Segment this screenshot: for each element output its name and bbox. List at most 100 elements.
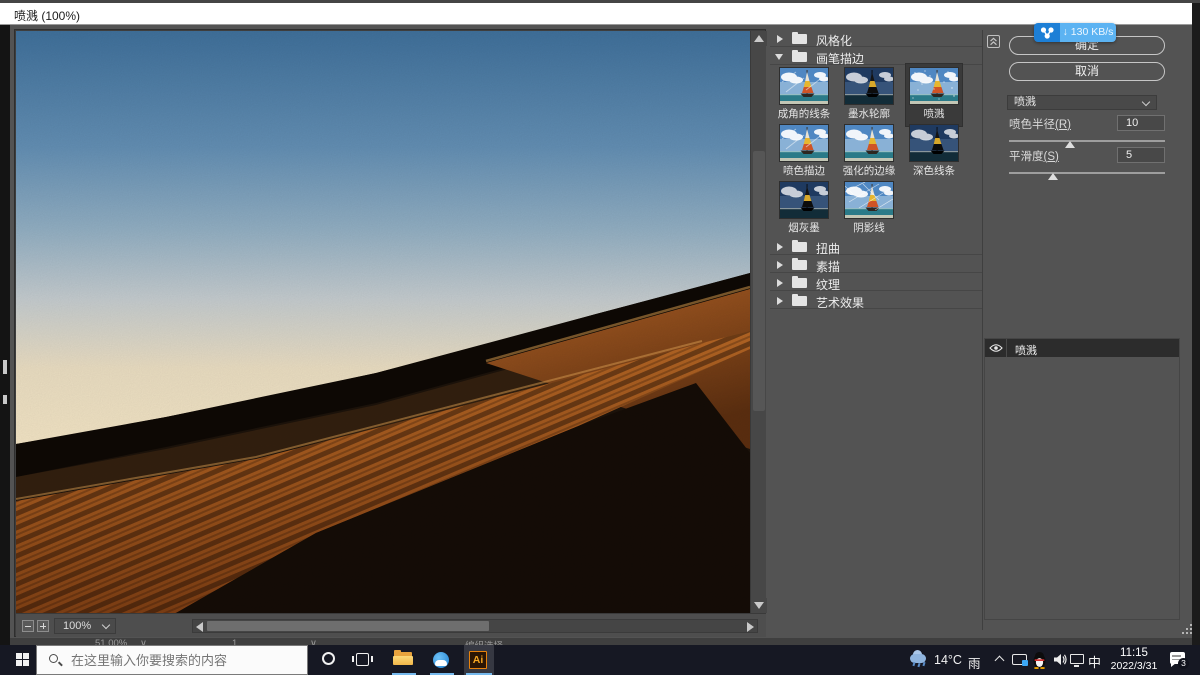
windows-logo-icon bbox=[23, 653, 29, 659]
filter-thumb-crosshatch[interactable]: 阴影线 bbox=[841, 182, 897, 235]
qq-penguin-icon bbox=[1032, 651, 1047, 669]
notification-center-button[interactable]: 3 bbox=[1164, 645, 1196, 675]
panel-divider[interactable] bbox=[982, 30, 983, 630]
ethernet-icon bbox=[1070, 654, 1084, 664]
filter-thumb-sumi-e[interactable]: 烟灰墨 bbox=[776, 182, 832, 235]
collapse-panel-button[interactable] bbox=[987, 35, 1000, 48]
windows-logo-icon bbox=[16, 653, 22, 659]
background-left-strip bbox=[0, 25, 10, 645]
resize-grip[interactable] bbox=[1182, 624, 1192, 634]
folder-icon bbox=[792, 296, 807, 306]
taskbar-search[interactable] bbox=[36, 645, 308, 675]
filter-thumbnail-image bbox=[910, 125, 958, 161]
filter-thumb-spatter-selected[interactable]: 喷溅 bbox=[906, 64, 962, 126]
tray-expand-button[interactable] bbox=[992, 645, 1010, 675]
dialog-titlebar[interactable]: 喷溅 (100%) bbox=[0, 3, 1192, 25]
cortana-button[interactable] bbox=[316, 645, 342, 675]
slider-thumb[interactable] bbox=[1065, 141, 1075, 148]
effect-layer-row-spatter[interactable]: 喷溅 bbox=[985, 339, 1179, 357]
download-arrow-icon: ↓ bbox=[1063, 26, 1068, 38]
network-tray-button[interactable] bbox=[1068, 645, 1088, 675]
zoom-out-button[interactable] bbox=[22, 620, 34, 632]
filter-dropdown-value: 喷溅 bbox=[1014, 96, 1036, 108]
smoothness-label: 平滑度S bbox=[1009, 148, 1059, 164]
collapsed-arrow-icon bbox=[777, 279, 783, 287]
category-texture[interactable]: 纹理 bbox=[770, 274, 982, 291]
clock-widget[interactable]: 11:15 2022/3/31 bbox=[1104, 645, 1164, 675]
filter-thumbnail-image bbox=[910, 68, 958, 104]
cortana-icon bbox=[322, 652, 335, 665]
cancel-button[interactable]: 取消 bbox=[1009, 62, 1165, 81]
preview-vertical-scrollbar[interactable] bbox=[750, 31, 766, 613]
open-folder-icon bbox=[792, 52, 807, 62]
weather-temp: 14°C bbox=[934, 653, 962, 667]
category-label: 扭曲 bbox=[816, 240, 840, 257]
category-brush-strokes[interactable]: 画笔描边 bbox=[770, 48, 982, 65]
current-tool-name: 编组选择 bbox=[465, 638, 503, 645]
preview-image-dune[interactable] bbox=[16, 31, 750, 613]
illustrator-button-active[interactable]: Ai bbox=[464, 645, 494, 675]
zoom-level-select[interactable]: 100% bbox=[54, 618, 116, 634]
filter-thumb-label: 深色线条 bbox=[906, 163, 962, 178]
category-stylize[interactable]: 风格化 bbox=[770, 30, 982, 47]
chevron-down-icon bbox=[102, 621, 110, 629]
scroll-down-button[interactable] bbox=[751, 598, 767, 613]
smoothness-slider[interactable] bbox=[1009, 172, 1165, 174]
filter-thumb-ink-outlines[interactable]: 墨水轮廓 bbox=[841, 68, 897, 121]
collapsed-arrow-icon bbox=[777, 243, 783, 251]
collapsed-arrow-icon bbox=[777, 261, 783, 269]
filter-thumbnail-image bbox=[845, 68, 893, 104]
spray-radius-label: 喷色半径R bbox=[1009, 116, 1071, 132]
filter-thumbnail-image bbox=[780, 125, 828, 161]
filter-thumb-angled-strokes[interactable]: 成角的线条 bbox=[776, 68, 832, 121]
netdisk-speed-overlay[interactable]: ↓ 130 KB/s bbox=[1034, 23, 1116, 42]
filter-thumb-label: 喷溅 bbox=[906, 106, 962, 121]
filter-thumb-dark-strokes[interactable]: 深色线条 bbox=[906, 125, 962, 178]
horizontal-scroll-thumb[interactable] bbox=[207, 621, 489, 631]
filter-thumb-sprayed-strokes[interactable]: 喷色描边 bbox=[776, 125, 832, 178]
preview-horizontal-scrollbar[interactable] bbox=[192, 619, 758, 633]
category-sketch[interactable]: 素描 bbox=[770, 256, 982, 273]
weather-widget[interactable]: 14°C 雨 bbox=[908, 645, 988, 675]
screen: 喷溅 (100%) bbox=[0, 0, 1200, 675]
category-artistic[interactable]: 艺术效果 bbox=[770, 292, 982, 309]
spray-radius-slider[interactable] bbox=[1009, 140, 1165, 142]
weather-rain-icon bbox=[908, 649, 930, 665]
ime-chinese-label: 中 bbox=[1088, 652, 1101, 671]
filter-thumbnail-image bbox=[845, 182, 893, 218]
slider-thumb[interactable] bbox=[1048, 173, 1058, 180]
folder-icon bbox=[792, 260, 807, 270]
volume-tray-button[interactable] bbox=[1050, 645, 1070, 675]
filter-thumb-label: 阴影线 bbox=[841, 220, 897, 235]
filter-category-list: 风格化 画笔描边 成角的线条 墨水轮廓 喷溅 喷色描边 强化的边缘 深色线条 烟… bbox=[770, 30, 982, 630]
category-label: 纹理 bbox=[816, 276, 840, 293]
filter-thumb-label: 成角的线条 bbox=[776, 106, 832, 121]
filter-thumbnail-image bbox=[780, 182, 828, 218]
start-button[interactable] bbox=[10, 645, 36, 675]
filter-dropdown[interactable]: 喷溅 bbox=[1007, 95, 1157, 110]
cast-tray-button[interactable] bbox=[1010, 645, 1032, 675]
windows-logo-icon bbox=[16, 660, 22, 666]
category-distort[interactable]: 扭曲 bbox=[770, 238, 982, 255]
filter-thumb-label: 强化的边缘 bbox=[841, 163, 897, 178]
smoothness-input[interactable]: 5 bbox=[1117, 147, 1165, 163]
spray-radius-input[interactable]: 10 bbox=[1117, 115, 1165, 131]
qq-tray-button[interactable] bbox=[1030, 645, 1050, 675]
file-explorer-button[interactable] bbox=[390, 645, 418, 675]
task-view-button[interactable] bbox=[350, 645, 376, 675]
search-input[interactable] bbox=[71, 646, 301, 674]
app-zoom-value[interactable]: 51.00% bbox=[95, 638, 127, 645]
artboard-number[interactable]: 1 bbox=[232, 638, 237, 645]
scroll-up-button[interactable] bbox=[751, 31, 767, 46]
filter-thumb-accented-edges[interactable]: 强化的边缘 bbox=[841, 125, 897, 178]
eye-icon bbox=[989, 343, 1003, 353]
filter-dialog: 100% 风格化 画笔描边 bbox=[10, 25, 1192, 638]
category-label: 风格化 bbox=[816, 32, 852, 49]
qq-browser-button[interactable] bbox=[428, 645, 456, 675]
task-view-icon bbox=[356, 653, 369, 666]
zoom-in-button[interactable] bbox=[37, 620, 49, 632]
background-right-edge bbox=[1192, 3, 1200, 645]
vertical-scroll-thumb[interactable] bbox=[753, 151, 765, 411]
ime-indicator[interactable]: 中 bbox=[1086, 645, 1104, 675]
visibility-toggle[interactable] bbox=[985, 339, 1007, 357]
